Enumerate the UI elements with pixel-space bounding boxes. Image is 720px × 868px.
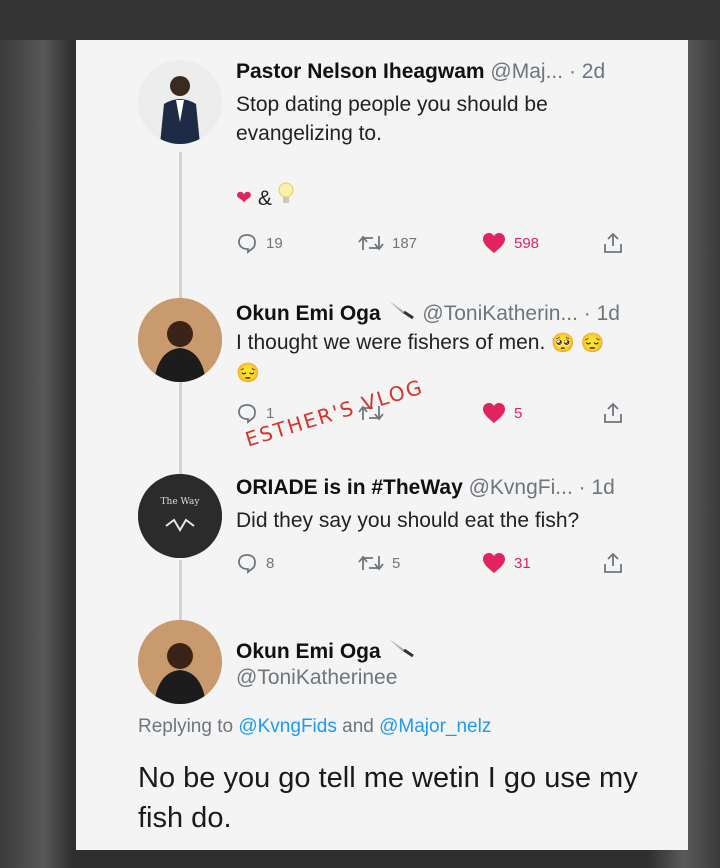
main-tweet-name: Okun Emi Oga: [236, 636, 417, 664]
tweet-header: Okun Emi Oga @ToniKatherin... · 1d: [236, 298, 620, 326]
tweet-text: Did they say you should eat the fish?: [236, 509, 580, 532]
like-button[interactable]: 5: [482, 398, 522, 428]
share-button[interactable]: [602, 398, 624, 428]
tweet-text: I thought we were fishers of men. 🥺 😔 😔: [236, 328, 686, 388]
retweet-count: 5: [392, 554, 401, 572]
display-name[interactable]: Okun Emi Oga: [236, 640, 381, 663]
red-heart-emoji: ❤: [236, 187, 252, 209]
timestamp[interactable]: · 1d: [579, 476, 615, 499]
reply-icon: [238, 234, 256, 254]
tweet-text: Stop dating people you should be evangel…: [236, 93, 548, 145]
tweet-text-content: I thought we were fishers of men.: [236, 331, 546, 354]
retweet-count: 187: [392, 234, 418, 252]
tweet-actions: 19 187 598: [236, 228, 636, 258]
reply-icon: [238, 554, 256, 574]
like-count: 5: [514, 404, 523, 422]
reply-button[interactable]: 19: [236, 228, 283, 258]
handle[interactable]: @ToniKatherin...: [422, 302, 578, 325]
retweet-icon: [358, 235, 384, 251]
share-button[interactable]: [602, 228, 624, 258]
avatar[interactable]: [138, 298, 222, 382]
ampersand-text: &: [257, 186, 272, 210]
share-icon: [604, 402, 622, 423]
replying-to-line: Replying to @KvngFids and @Major_nelz: [138, 716, 491, 738]
and-text: and: [342, 716, 374, 737]
heart-icon: [483, 403, 505, 423]
retweet-icon: [358, 555, 384, 571]
tweet-actions: 8 5 31: [236, 548, 636, 578]
avatar[interactable]: The Way: [138, 474, 222, 558]
reply-count: 19: [266, 234, 283, 252]
tweet-header: ORIADE is in #TheWay @KvngFi... · 1d: [236, 476, 615, 500]
thread-line: [179, 152, 182, 302]
pleading-face-emoji: 🥺: [551, 333, 575, 354]
emoji-line: ❤ &: [236, 182, 666, 214]
knife-icon: [387, 636, 417, 664]
share-icon: [604, 552, 622, 573]
mention-link[interactable]: @Major_nelz: [379, 716, 491, 737]
retweet-button[interactable]: 5: [358, 548, 400, 578]
reply-icon: [238, 404, 256, 424]
avatar[interactable]: [138, 620, 222, 704]
like-count: 31: [514, 554, 531, 572]
replying-to-label: Replying to: [138, 716, 234, 737]
heart-icon: [483, 233, 505, 253]
timestamp[interactable]: · 2d: [569, 60, 605, 83]
display-name[interactable]: Pastor Nelson Iheagwam: [236, 60, 485, 83]
avatar[interactable]: [138, 60, 222, 144]
handle[interactable]: @ToniKatherinee: [236, 666, 397, 689]
timestamp[interactable]: · 1d: [584, 302, 620, 325]
pensive-face-emoji: 😔: [236, 363, 260, 384]
mention-link[interactable]: @KvngFids: [238, 716, 337, 737]
display-name[interactable]: Okun Emi Oga: [236, 302, 381, 325]
handle[interactable]: @KvngFi...: [469, 476, 573, 499]
reply-count: 8: [266, 554, 275, 572]
main-tweet-handle: @ToniKatherinee: [236, 666, 397, 690]
heart-icon: [483, 553, 505, 573]
display-name[interactable]: ORIADE is in #TheWay: [236, 476, 463, 499]
share-button[interactable]: [602, 548, 624, 578]
thread-line: [179, 382, 182, 477]
like-count: 598: [514, 234, 540, 252]
knife-icon: [387, 298, 417, 326]
thread-line: [179, 560, 182, 628]
tweet-header: Pastor Nelson Iheagwam @Maj... · 2d: [236, 60, 605, 84]
like-button[interactable]: 31: [482, 548, 531, 578]
main-tweet-text: No be you go tell me wetin I go use my f…: [138, 762, 638, 834]
tweet-thread-card: Pastor Nelson Iheagwam @Maj... · 2d Stop…: [76, 40, 688, 850]
lightbulb-emoji: [278, 182, 294, 214]
reply-button[interactable]: 8: [236, 548, 274, 578]
top-strip: [0, 0, 720, 40]
avatar-label: The Way: [161, 497, 201, 507]
retweet-button[interactable]: 187: [358, 228, 417, 258]
like-button[interactable]: 598: [482, 228, 539, 258]
pensive-face-emoji: 😔: [580, 333, 605, 354]
handle[interactable]: @Maj...: [490, 60, 563, 83]
share-icon: [604, 232, 622, 253]
